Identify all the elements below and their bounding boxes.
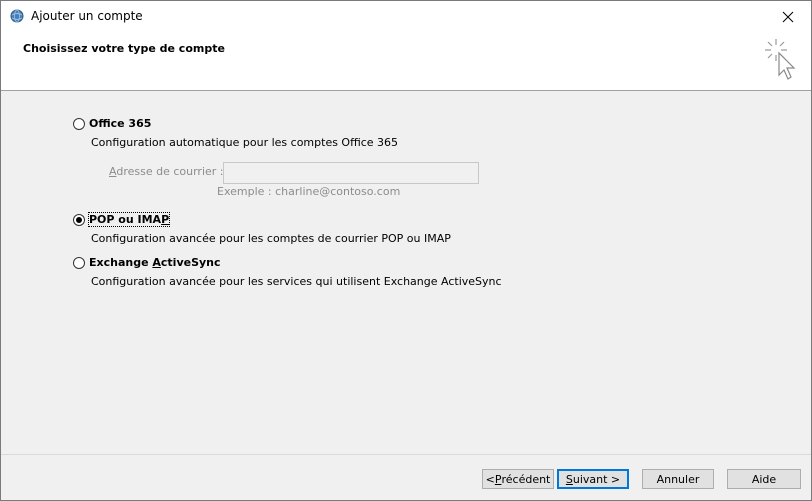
page-title: Choisissez votre type de compte xyxy=(23,42,225,55)
exchange-activesync-description: Configuration avancée pour les services … xyxy=(91,275,502,288)
radio-pop-imap[interactable]: POP ou IMAP xyxy=(73,212,171,227)
office365-label[interactable]: Office 365 xyxy=(89,117,151,130)
add-account-dialog: Ajouter un compte Choisissez votre type … xyxy=(0,0,812,501)
close-icon xyxy=(782,11,794,22)
close-button[interactable] xyxy=(765,1,811,32)
email-address-label: Adresse de courrier : xyxy=(109,165,224,178)
title-bar: Ajouter un compte xyxy=(1,1,811,32)
office365-radio-button[interactable] xyxy=(73,117,85,130)
next-button[interactable]: Suivant > xyxy=(557,469,629,489)
window-title: Ajouter un compte xyxy=(31,9,143,23)
exchange-activesync-label[interactable]: Exchange ActiveSync xyxy=(89,256,221,269)
cancel-button[interactable]: Annuler xyxy=(642,469,714,489)
email-address-input[interactable] xyxy=(223,162,479,184)
radio-office365[interactable]: Office 365 xyxy=(73,117,151,130)
pop-imap-radio-button[interactable] xyxy=(73,213,85,226)
globe-mail-icon xyxy=(10,9,24,23)
radio-exchange-activesync[interactable]: Exchange ActiveSync xyxy=(73,256,221,269)
pop-imap-description: Configuration avancée pour les comptes d… xyxy=(91,232,451,245)
sparkle-cursor-icon xyxy=(765,39,796,80)
email-example-hint: Exemple : charline@contoso.com xyxy=(217,185,401,198)
dialog-header: Choisissez votre type de compte xyxy=(1,32,811,91)
back-button[interactable]: < Précédent xyxy=(482,469,554,489)
exchange-activesync-radio-button[interactable] xyxy=(73,256,85,269)
help-button[interactable]: Aide xyxy=(727,469,801,489)
footer-divider xyxy=(1,454,811,455)
office365-description: Configuration automatique pour les compt… xyxy=(91,136,399,149)
pop-imap-label[interactable]: POP ou IMAP xyxy=(87,212,171,227)
